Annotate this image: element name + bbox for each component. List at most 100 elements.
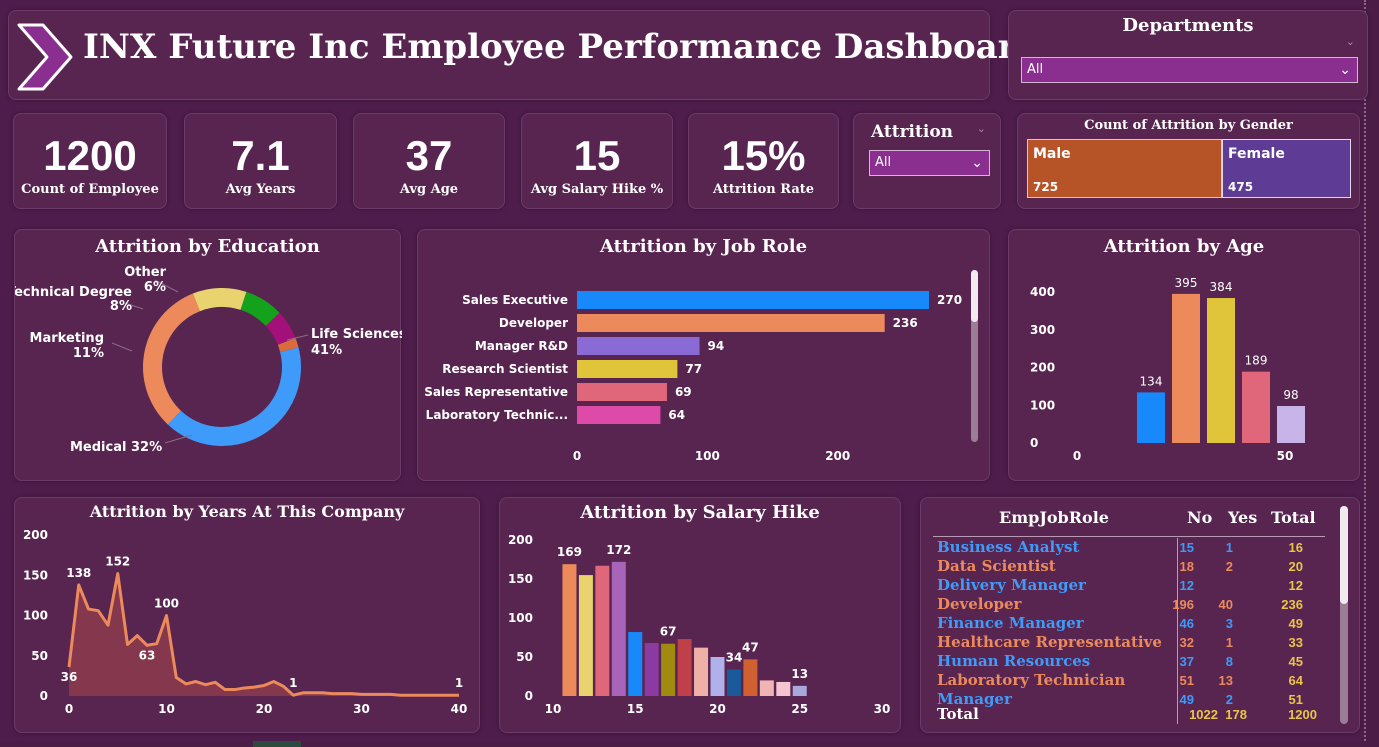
age-data-label: 395 <box>1175 276 1198 290</box>
education-slices <box>143 288 301 446</box>
table-cell-yes: 8 <box>1225 654 1233 669</box>
jobrole-scroll-thumb[interactable] <box>971 270 978 322</box>
jobrole-category-label: Manager R&D <box>475 339 568 353</box>
table-cell-no: 37 <box>1179 654 1194 669</box>
jobrole-bar[interactable] <box>577 383 667 401</box>
table-row[interactable]: Healthcare Representative 32 1 33 <box>935 633 1330 652</box>
table-row[interactable]: Finance Manager 46 3 49 <box>935 614 1330 633</box>
table-row[interactable]: Developer 196 40 236 <box>935 595 1330 614</box>
years-y-tick: 0 <box>40 689 48 703</box>
years-x-tick: 20 <box>256 702 273 716</box>
jobrole-scrollbar[interactable] <box>971 270 978 442</box>
table-scroll-thumb[interactable] <box>1340 506 1348 604</box>
hike-bar[interactable] <box>743 659 758 696</box>
kpi-label: Avg Salary Hike % <box>530 182 664 197</box>
chevron-down-icon: ⌄ <box>1339 62 1351 78</box>
table-scrollbar[interactable] <box>1340 506 1348 724</box>
jobrole-category-label: Sales Representative <box>424 385 568 399</box>
education-slice-1[interactable] <box>143 293 200 425</box>
hike-bar[interactable] <box>578 575 593 696</box>
gender-male-value: 725 <box>1033 180 1059 194</box>
table-row[interactable]: Human Resources 37 8 45 <box>935 652 1330 671</box>
hike-bar[interactable] <box>611 561 626 696</box>
table-cell-role: Data Scientist <box>937 557 1056 575</box>
table-header-yes: Yes <box>1228 508 1258 527</box>
jobrole-x-tick: 0 <box>573 449 581 463</box>
age-bar[interactable] <box>1207 298 1235 443</box>
age-bar[interactable] <box>1137 392 1165 443</box>
education-label-technical-pct: 8% <box>110 299 132 314</box>
table-row[interactable]: Data Scientist 18 2 20 <box>935 557 1330 576</box>
jobrole-chart-card: Attrition by Job Role Sales Executive 270… <box>417 229 990 481</box>
jobrole-category-label: Laboratory Technic... <box>426 408 568 422</box>
jobrole-category-label: Sales Executive <box>462 293 568 307</box>
hike-bar[interactable] <box>661 643 676 696</box>
hike-bar[interactable] <box>710 657 725 696</box>
gender-male-label: Male <box>1033 146 1071 162</box>
hike-data-label: 47 <box>742 640 759 654</box>
table-row[interactable]: Business Analyst 15 1 16 <box>935 538 1330 557</box>
kpi-label: Attrition Rate <box>712 182 815 197</box>
gender-female-value: 475 <box>1228 180 1254 194</box>
jobrole-bar[interactable] <box>577 314 885 332</box>
hike-bar[interactable] <box>776 681 791 696</box>
table-cell-yes: 2 <box>1225 559 1233 574</box>
years-x-tick: 0 <box>65 702 73 716</box>
table-row[interactable]: Delivery Manager 12 12 <box>935 576 1330 595</box>
jobrole-category-label: Developer <box>499 316 568 330</box>
departments-clear-icon[interactable]: ⌄ <box>1346 35 1355 48</box>
departments-dropdown[interactable]: All ⌄ <box>1021 57 1358 83</box>
bottom-tab-strip <box>253 741 301 747</box>
education-label-other-pct: 6% <box>144 280 166 295</box>
hike-y-tick: 200 <box>508 533 533 547</box>
jobrole-data-label: 77 <box>685 362 702 376</box>
table-cell-total: 12 <box>1288 578 1303 593</box>
chevron-down-icon: ⌄ <box>971 155 983 171</box>
education-donut-chart: Life Sciences 41% Medical 32% Marketing … <box>15 265 402 455</box>
table-cell-total: 45 <box>1288 654 1303 669</box>
table-cell-yes: 1 <box>1225 635 1233 650</box>
hike-data-label: 34 <box>726 650 743 664</box>
hike-x-tick: 20 <box>709 702 726 716</box>
table-total-label: Total <box>937 705 979 723</box>
attrition-dropdown[interactable]: All ⌄ <box>869 150 990 176</box>
gender-female-block[interactable]: Female 475 <box>1222 139 1351 198</box>
hike-bar[interactable] <box>562 564 577 696</box>
hike-bar[interactable] <box>759 680 774 696</box>
jobrole-bar[interactable] <box>577 337 700 355</box>
hike-data-label: 172 <box>606 543 631 557</box>
table-row[interactable]: Laboratory Technician 51 13 64 <box>935 671 1330 690</box>
kpi-value: 15% <box>721 132 806 179</box>
hike-bar[interactable] <box>792 685 807 696</box>
table-cell-total: 64 <box>1288 673 1303 688</box>
attrition-value: All <box>875 155 892 170</box>
jobrole-x-tick: 200 <box>825 449 850 463</box>
hike-bar[interactable] <box>694 647 709 696</box>
hike-bar[interactable] <box>628 632 643 696</box>
age-bar[interactable] <box>1242 371 1270 443</box>
kpi-label: Avg Age <box>399 182 459 197</box>
hike-bar[interactable] <box>595 565 610 696</box>
jobrole-bar[interactable] <box>577 360 678 378</box>
hike-bar[interactable] <box>726 669 741 696</box>
age-bar[interactable] <box>1172 293 1200 443</box>
attrition-clear-icon[interactable]: ⌄ <box>977 122 986 135</box>
hike-x-tick: 15 <box>627 702 644 716</box>
education-slice-2[interactable] <box>192 288 247 312</box>
age-x-tick: 0 <box>1073 449 1081 463</box>
hike-bar[interactable] <box>677 639 692 696</box>
age-bar[interactable] <box>1277 406 1305 443</box>
jobrole-bar[interactable] <box>577 406 661 424</box>
education-slice-0[interactable] <box>167 347 301 446</box>
table-cell-no: 196 <box>1172 597 1194 612</box>
hike-bar[interactable] <box>644 642 659 696</box>
table-cell-role: Finance Manager <box>937 614 1084 632</box>
jobrole-bar[interactable] <box>577 291 929 309</box>
gender-male-block[interactable]: Male 725 <box>1027 139 1222 198</box>
years-data-label: 1 <box>455 676 463 690</box>
hike-chart-card: Attrition by Salary Hike 0 50 100 150 200 10 1… <box>499 497 901 733</box>
years-area-chart: 0 50 100 150 200 0 10 20 30 40 36 138 152 63 100 1 1 <box>23 528 467 716</box>
kpi-label: Count of Employee <box>21 182 159 197</box>
kpi-avg-years: 7.1 Avg Years <box>184 113 337 209</box>
departments-value: All <box>1027 62 1044 77</box>
